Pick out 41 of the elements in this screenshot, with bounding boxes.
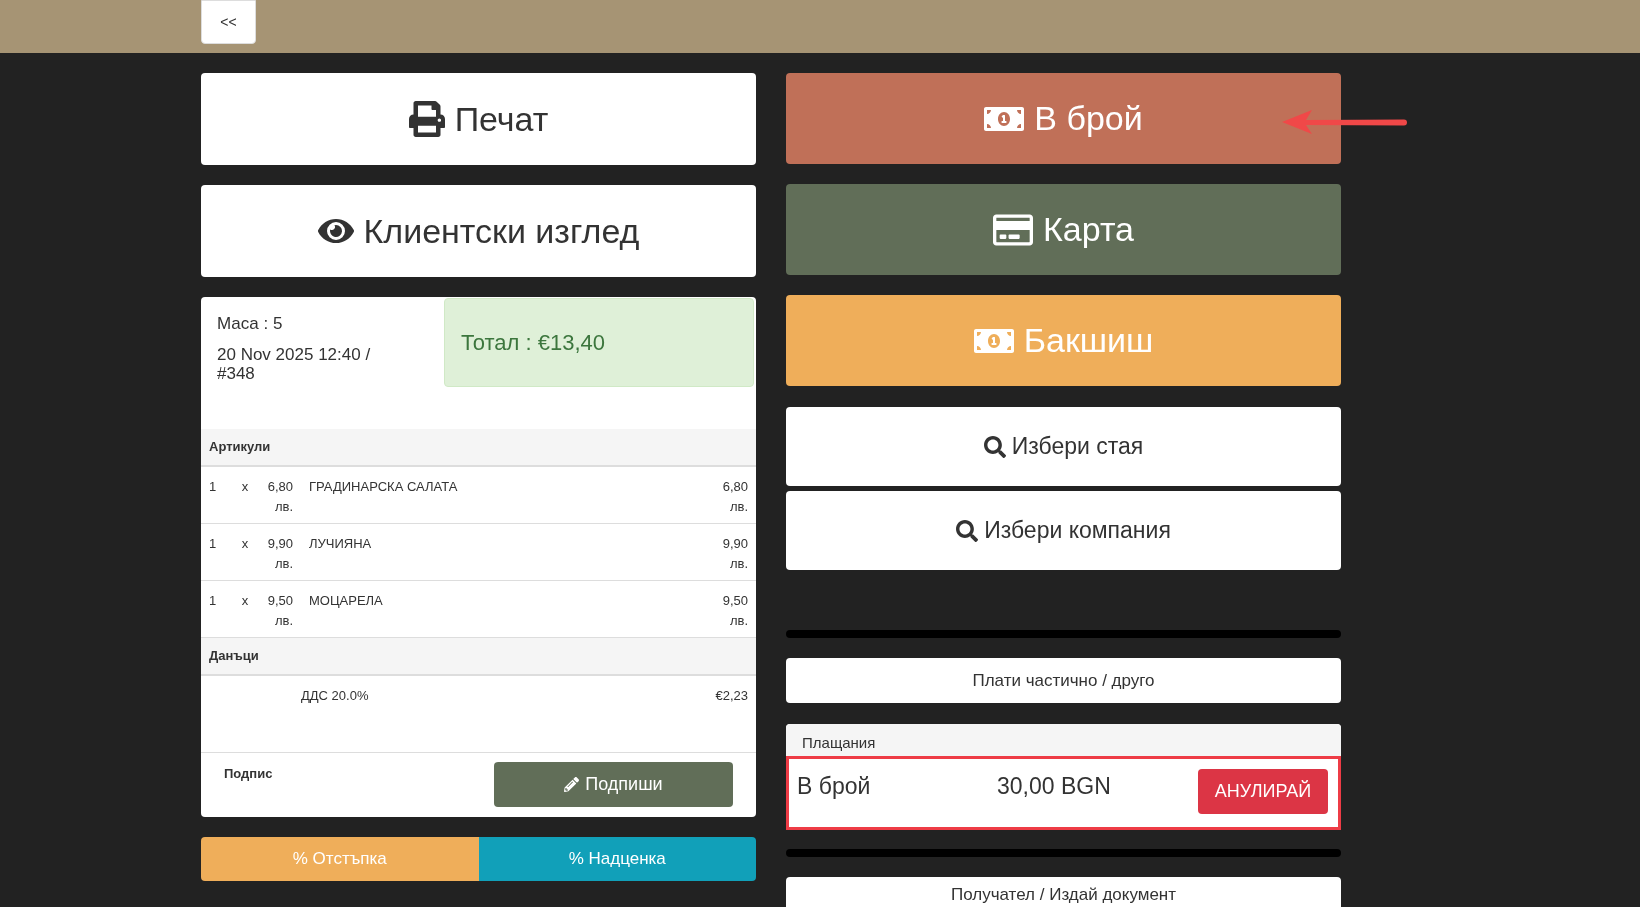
printer-icon	[408, 101, 445, 137]
item-amount: 9,90 лв.	[721, 535, 748, 573]
search-icon	[956, 519, 979, 542]
quantity: 1	[209, 535, 218, 553]
card-button[interactable]: Карта	[786, 184, 1341, 275]
back-button[interactable]: <<	[201, 0, 256, 44]
payment-amount: 30,00 BGN	[997, 772, 1111, 801]
print-button[interactable]: Печат	[201, 73, 756, 165]
sign-button[interactable]: Подпиши	[494, 762, 733, 807]
cancel-button[interactable]: АНУЛИРАЙ	[1198, 769, 1328, 814]
tax-amount: €2,23	[715, 687, 748, 705]
cash-button[interactable]: В брой	[786, 73, 1341, 164]
recipient-button[interactable]: Получател / Издай документ	[786, 877, 1341, 907]
section-header: Артикули	[201, 429, 756, 467]
order-date: 20 Nov 2025 12:40 / #348	[217, 344, 372, 383]
tax-name: ДДС 20.0%	[300, 687, 370, 705]
total-panel: Тотал : €13,40	[444, 298, 754, 387]
quantity: 1	[209, 478, 218, 496]
times-sign: x	[240, 478, 250, 496]
payment-method: В брой	[797, 772, 872, 801]
item-name: ЛУЧИЯНА	[308, 535, 373, 553]
unit-price: 6,80 лв.	[266, 478, 293, 516]
section-header: Данъци	[201, 638, 756, 676]
payments-heading: Плащания	[786, 724, 1341, 756]
client-view-button[interactable]: Клиентски изглед	[201, 185, 756, 277]
search-icon	[983, 435, 1006, 458]
item-name: МОЦАРЕЛА	[308, 592, 384, 610]
table-number: Маса : 5	[217, 313, 284, 335]
unit-price: 9,50 лв.	[266, 592, 293, 630]
search-button[interactable]: Избери стая	[786, 407, 1341, 486]
item-amount: 6,80 лв.	[721, 478, 748, 516]
item-name: ГРАДИНАРСКА САЛАТА	[308, 478, 459, 496]
unit-price: 9,90 лв.	[266, 535, 293, 573]
pencil-icon	[564, 777, 580, 792]
quantity: 1	[209, 592, 218, 610]
times-sign: x	[240, 592, 250, 610]
times-sign: x	[240, 535, 250, 553]
signature-label: Подпис	[224, 765, 273, 783]
search-button[interactable]: Избери компания	[786, 491, 1341, 570]
partial-payment-button[interactable]: Плати частично / друго	[786, 658, 1341, 703]
item-amount: 9,50 лв.	[721, 592, 748, 630]
